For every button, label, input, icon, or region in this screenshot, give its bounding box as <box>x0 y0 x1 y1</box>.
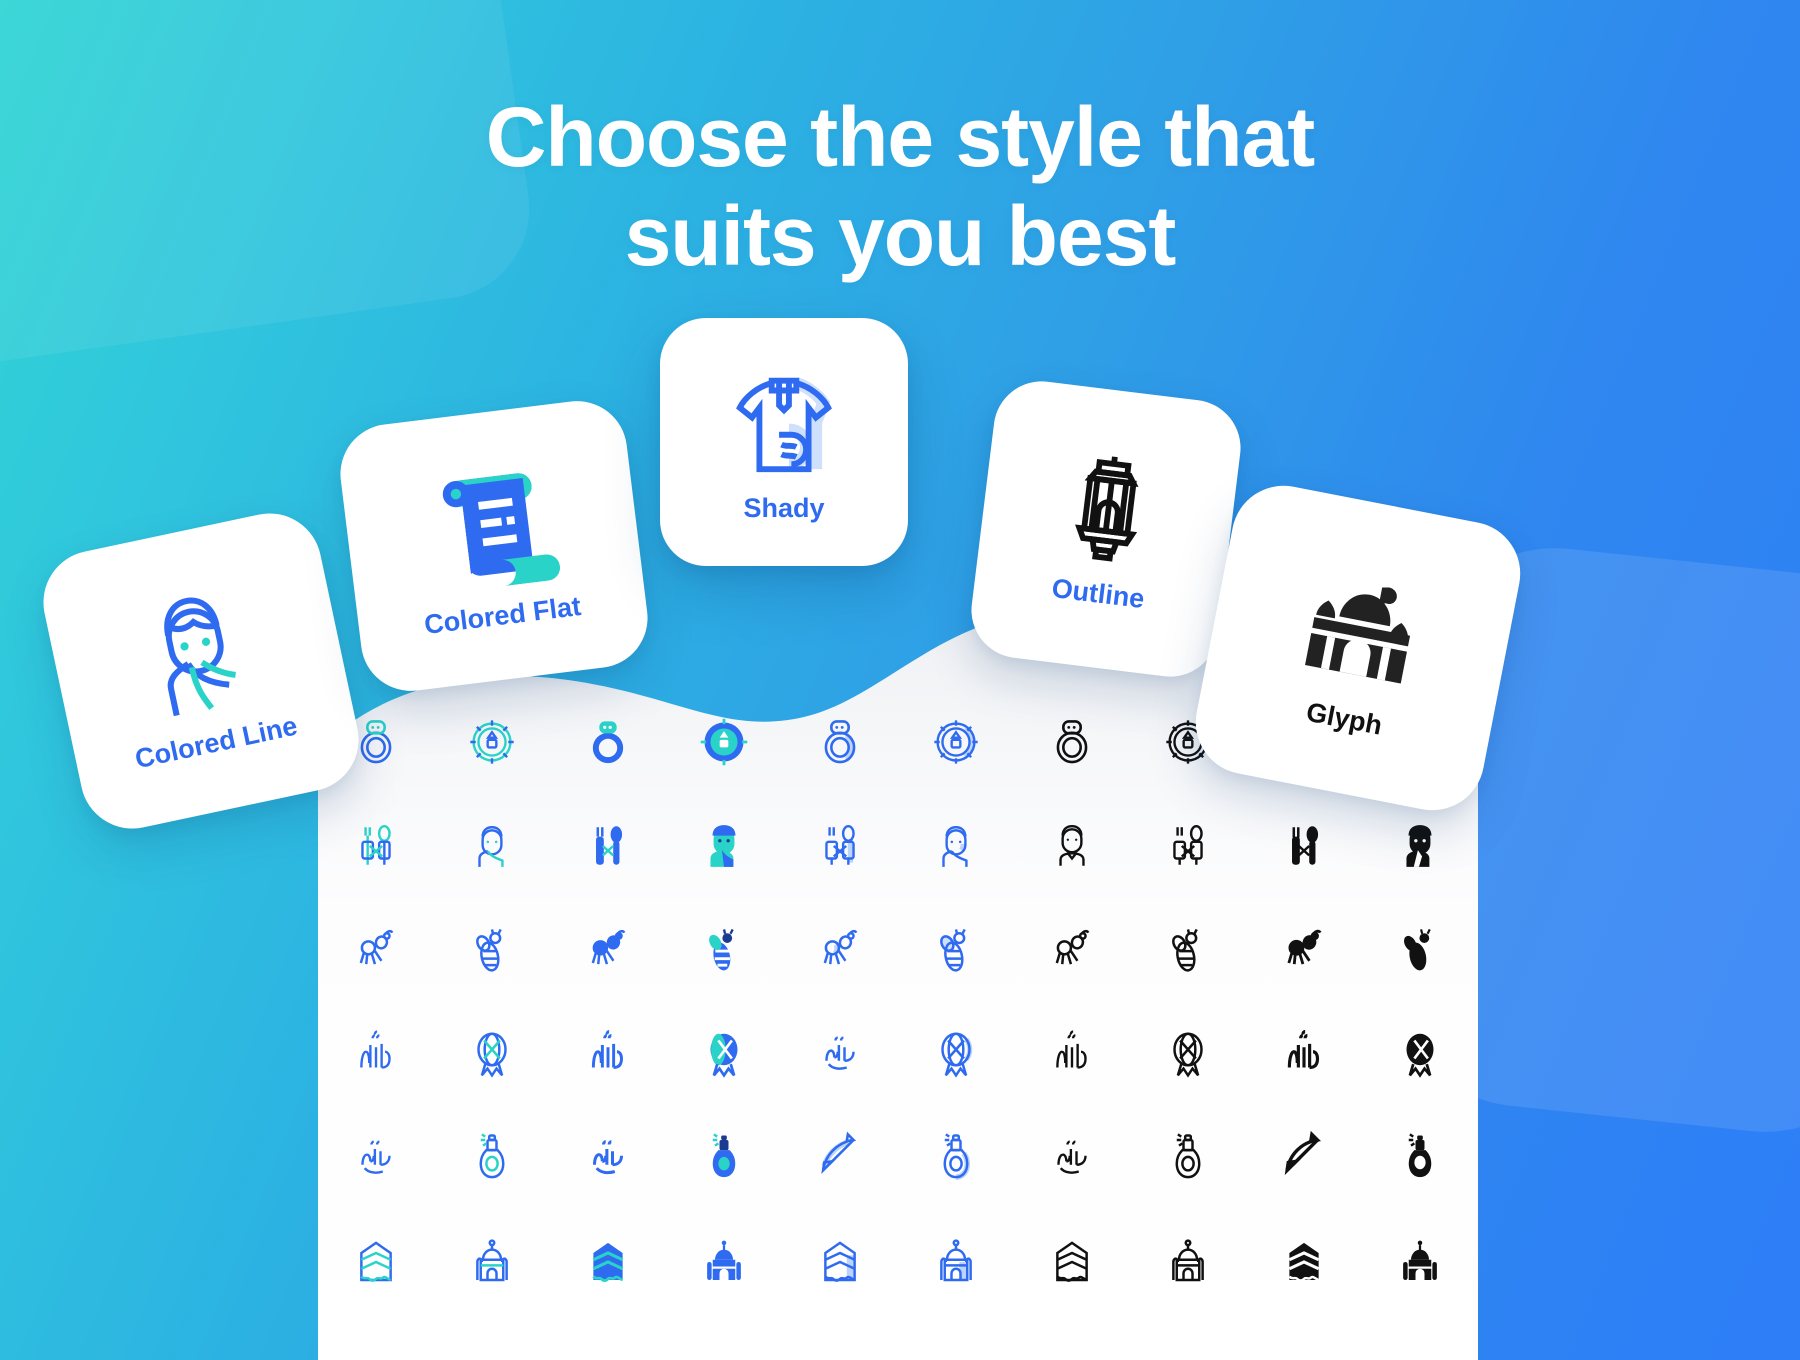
bee-shady-icon[interactable] <box>898 898 1014 1002</box>
cutlery-glyph-icon[interactable] <box>1246 794 1362 898</box>
compass-colored-flat-icon[interactable] <box>666 690 782 794</box>
bow-and-arrow-glyph-icon[interactable] <box>1246 1106 1362 1210</box>
cutlery-colored-flat-icon[interactable] <box>550 794 666 898</box>
style-card-outline[interactable]: Outline <box>965 375 1247 683</box>
icon-grid-row <box>318 1210 1478 1314</box>
mosque-colored-line-icon[interactable] <box>434 1210 550 1314</box>
compass-shady-icon[interactable] <box>898 690 1014 794</box>
style-card-shady[interactable]: Shady <box>660 318 908 566</box>
compass-colored-line-icon[interactable] <box>434 690 550 794</box>
page-title-line-1: Choose the style that <box>485 90 1315 184</box>
ring-colored-flat-icon[interactable] <box>550 690 666 794</box>
kaaba-colored-line-icon[interactable] <box>318 1210 434 1314</box>
style-card-colored-flat[interactable]: Colored Flat <box>334 395 654 697</box>
icon-grid-row <box>318 1106 1478 1210</box>
bow-and-arrow-shady-icon[interactable] <box>782 1106 898 1210</box>
muhammad-calligraphy-outline-icon[interactable] <box>1014 1106 1130 1210</box>
daf-drum-colored-line-icon[interactable] <box>434 1002 550 1106</box>
allah-calligraphy-glyph-icon[interactable] <box>1246 1002 1362 1106</box>
icon-grid-row <box>318 898 1478 1002</box>
daf-drum-colored-flat-icon[interactable] <box>666 1002 782 1106</box>
style-card-glyph[interactable]: Glyph <box>1186 476 1530 820</box>
daf-drum-glyph-icon[interactable] <box>1362 1002 1478 1106</box>
muslim-man-colored-line-icon[interactable] <box>434 794 550 898</box>
perfume-bottle-glyph-icon[interactable] <box>1362 1106 1478 1210</box>
muslim-man-colored-flat-icon[interactable] <box>666 794 782 898</box>
style-card-label: Shady <box>743 492 825 523</box>
mosque-glyph-icon[interactable] <box>1362 1210 1478 1314</box>
bee-colored-flat-icon[interactable] <box>666 898 782 1002</box>
ant-outline-icon[interactable] <box>1014 898 1130 1002</box>
perfume-bottle-shady-icon[interactable] <box>898 1106 1014 1210</box>
scroll-colored-flat-icon <box>442 472 560 586</box>
muhammad-calligraphy-colored-line-icon[interactable] <box>318 1106 434 1210</box>
muslim-man-outline-icon[interactable] <box>1014 794 1130 898</box>
kaaba-shady-icon[interactable] <box>782 1210 898 1314</box>
kaaba-glyph-icon[interactable] <box>1246 1210 1362 1314</box>
icon-grid-row <box>318 794 1478 898</box>
muslim-man-colored-line-icon <box>164 597 236 716</box>
muslim-man-shady-icon[interactable] <box>898 794 1014 898</box>
ant-colored-flat-icon[interactable] <box>550 898 666 1002</box>
icon-showcase-panel <box>318 606 1478 1360</box>
style-card-label: Colored Flat <box>422 590 583 640</box>
cutlery-colored-line-icon[interactable] <box>318 794 434 898</box>
page-title: Choose the style that suits you best <box>0 88 1800 286</box>
daf-drum-shady-icon[interactable] <box>898 1002 1014 1106</box>
style-card-colored-line[interactable]: Colored Line <box>33 503 369 839</box>
icon-grid-row <box>318 1002 1478 1106</box>
mosque-glyph-icon <box>1305 586 1411 684</box>
ring-outline-icon[interactable] <box>1014 690 1130 794</box>
bee-outline-icon[interactable] <box>1130 898 1246 1002</box>
bee-colored-line-icon[interactable] <box>434 898 550 1002</box>
cutlery-shady-icon[interactable] <box>782 794 898 898</box>
mosque-shady-icon[interactable] <box>898 1210 1014 1314</box>
perfume-bottle-outline-icon[interactable] <box>1130 1106 1246 1210</box>
lantern-outline-icon <box>1075 455 1139 562</box>
style-card-label: Outline <box>1050 572 1147 614</box>
mosque-outline-icon[interactable] <box>1130 1210 1246 1314</box>
allah-calligraphy-colored-flat-icon[interactable] <box>550 1002 666 1106</box>
ant-glyph-icon[interactable] <box>1246 898 1362 1002</box>
allah-calligraphy-outline-icon[interactable] <box>1014 1002 1130 1106</box>
perfume-bottle-colored-flat-icon[interactable] <box>666 1106 782 1210</box>
allah-calligraphy-colored-line-icon[interactable] <box>318 1002 434 1106</box>
style-card-label: Glyph <box>1303 696 1385 741</box>
muhammad-calligraphy-shady-icon[interactable] <box>782 1002 898 1106</box>
thobe-shady-icon <box>736 376 832 472</box>
daf-drum-outline-icon[interactable] <box>1130 1002 1246 1106</box>
ring-shady-icon[interactable] <box>782 690 898 794</box>
cutlery-outline-icon[interactable] <box>1130 794 1246 898</box>
kaaba-colored-flat-icon[interactable] <box>550 1210 666 1314</box>
bee-glyph-icon[interactable] <box>1362 898 1478 1002</box>
icon-grid <box>318 690 1478 1360</box>
mosque-colored-flat-icon[interactable] <box>666 1210 782 1314</box>
kaaba-outline-icon[interactable] <box>1014 1210 1130 1314</box>
perfume-bottle-colored-line-icon[interactable] <box>434 1106 550 1210</box>
ant-shady-icon[interactable] <box>782 898 898 1002</box>
muslim-man-glyph-icon[interactable] <box>1362 794 1478 898</box>
page-title-line-2: suits you best <box>624 189 1177 284</box>
muhammad-calligraphy-colored-flat-icon[interactable] <box>550 1106 666 1210</box>
ant-colored-line-icon[interactable] <box>318 898 434 1002</box>
